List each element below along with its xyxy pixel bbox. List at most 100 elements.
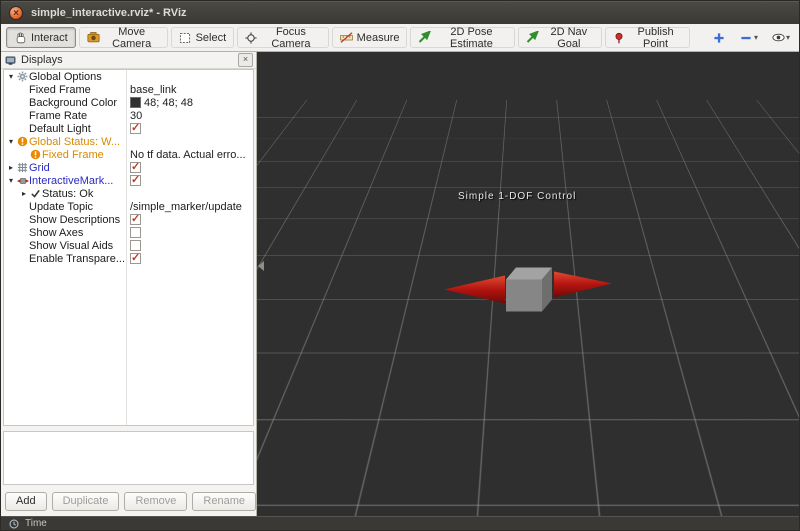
- tool-label: Publish Point: [637, 25, 674, 50]
- tree-row[interactable]: Show Visual Aids: [4, 239, 253, 252]
- tree-row[interactable]: ▾ Global Status: W...: [4, 135, 253, 148]
- expander-icon[interactable]: ▾: [6, 70, 16, 83]
- tool-publish-point[interactable]: Publish Point: [605, 25, 690, 50]
- tree-row[interactable]: Fixed Frame base_link: [4, 83, 253, 96]
- property-name-cell: Fixed Frame: [4, 83, 126, 96]
- options-icon: [16, 70, 29, 83]
- tool-label: Measure: [356, 31, 400, 44]
- tool-visibility-button[interactable]: ▾: [768, 28, 794, 48]
- focus-camera-icon: [245, 31, 257, 44]
- tool-move-camera[interactable]: Move Camera: [78, 26, 168, 50]
- tool-select[interactable]: Select: [170, 27, 235, 48]
- camera-icon: [87, 31, 100, 44]
- checkbox[interactable]: [130, 174, 141, 186]
- tree-row[interactable]: ▾ Global Options: [4, 70, 253, 83]
- property-name-cell: ▾ Global Status: W...: [4, 135, 126, 148]
- checkbox[interactable]: [130, 122, 141, 134]
- main-area: Displays × ▾ Global Options Fixed Frame bas…: [1, 52, 799, 516]
- expander-icon[interactable]: ▾: [6, 135, 16, 148]
- nav-goal-arrow-icon: [526, 31, 540, 44]
- tool-label: 2D Pose Estimate: [450, 25, 493, 50]
- tree-row[interactable]: Default Light: [4, 122, 253, 135]
- property-value-cell[interactable]: [126, 239, 253, 252]
- property-value-cell[interactable]: [126, 122, 253, 135]
- property-value-cell[interactable]: [126, 252, 253, 265]
- plus-icon: [713, 31, 726, 44]
- displays-panel-header[interactable]: Displays ×: [1, 52, 256, 69]
- checkbox[interactable]: [130, 240, 141, 251]
- checkbox[interactable]: [130, 252, 141, 264]
- property-value-cell[interactable]: /simple_marker/update: [126, 200, 253, 213]
- property-name: Fixed Frame: [42, 148, 104, 161]
- tool-measure[interactable]: Measure: [331, 27, 408, 48]
- property-value-cell[interactable]: No tf data. Actual erro...: [126, 148, 253, 161]
- expander-icon[interactable]: ▸: [6, 161, 16, 174]
- tree-row[interactable]: Enable Transpare...: [4, 252, 253, 265]
- minus-icon: [740, 31, 753, 44]
- select-icon: [179, 31, 192, 44]
- checkbox[interactable]: [130, 161, 141, 173]
- tool-2d-nav-goal[interactable]: 2D Nav Goal: [518, 25, 603, 50]
- expander-icon[interactable]: ▸: [19, 187, 29, 200]
- left-arrow-handle: [444, 275, 505, 304]
- property-name-cell: Show Visual Aids: [4, 239, 126, 252]
- 3d-viewport[interactable]: Simple 1-DOF Control: [257, 52, 799, 516]
- tree-row[interactable]: Show Descriptions: [4, 213, 253, 226]
- property-name-cell: ▾ Global Options: [4, 70, 126, 83]
- cube-front-face: [506, 279, 542, 312]
- chevron-down-icon: ▾: [785, 33, 790, 42]
- property-value-cell[interactable]: [126, 70, 253, 83]
- tool-label: 2D Nav Goal: [550, 25, 588, 50]
- rviz-window: × simple_interactive.rviz* - RViz Intera…: [0, 0, 800, 531]
- property-name-cell: Enable Transpare...: [4, 252, 126, 265]
- tree-row[interactable]: Frame Rate 30: [4, 109, 253, 122]
- add-tool-button[interactable]: [709, 28, 730, 48]
- rename-display-button[interactable]: Rename: [192, 491, 256, 511]
- tool-2d-pose-estimate[interactable]: 2D Pose Estimate: [410, 25, 516, 50]
- property-value-cell[interactable]: [126, 187, 253, 200]
- property-value-cell[interactable]: 30: [126, 109, 253, 122]
- tool-interact[interactable]: Interact: [6, 27, 76, 48]
- tree-row[interactable]: Fixed Frame No tf data. Actual erro...: [4, 148, 253, 161]
- tree-row[interactable]: ▾ InteractiveMark...: [4, 174, 253, 187]
- color-swatch[interactable]: [130, 97, 141, 108]
- tool-focus-camera[interactable]: Focus Camera: [237, 26, 329, 50]
- panel-close-button[interactable]: ×: [238, 53, 253, 67]
- tool-label: Interact: [31, 31, 68, 44]
- tree-row[interactable]: ▸ Status: Ok: [4, 187, 253, 200]
- titlebar[interactable]: × simple_interactive.rviz* - RViz: [1, 1, 799, 24]
- time-panel[interactable]: Time: [1, 516, 799, 530]
- property-value-cell[interactable]: [126, 161, 253, 174]
- property-value-cell[interactable]: [126, 135, 253, 148]
- tree-row[interactable]: Background Color 48; 48; 48: [4, 96, 253, 109]
- tree-row[interactable]: Show Axes: [4, 226, 253, 239]
- property-name: InteractiveMark...: [29, 174, 114, 187]
- displays-icon: [4, 54, 17, 67]
- checkbox[interactable]: [130, 213, 141, 225]
- tree-row[interactable]: Update Topic/simple_marker/update: [4, 200, 253, 213]
- property-value-cell[interactable]: [126, 213, 253, 226]
- duplicate-display-button[interactable]: Duplicate: [51, 491, 120, 511]
- property-value-cell[interactable]: [126, 174, 253, 187]
- expander-icon[interactable]: ▾: [6, 174, 16, 187]
- property-value-cell[interactable]: [126, 226, 253, 239]
- pose-estimate-arrow-icon: [418, 31, 432, 44]
- close-button[interactable]: ×: [9, 6, 23, 20]
- tree-row[interactable]: ▸ Grid: [4, 161, 253, 174]
- interactive-marker[interactable]: [442, 253, 614, 324]
- grid-icon: [16, 161, 29, 174]
- add-display-button[interactable]: Add: [5, 491, 47, 511]
- checkbox[interactable]: [130, 227, 141, 238]
- property-value-cell[interactable]: base_link: [126, 83, 253, 96]
- property-value-cell[interactable]: 48; 48; 48: [126, 96, 253, 109]
- remove-tool-button[interactable]: ▾: [736, 28, 762, 48]
- ok-check-icon: [29, 187, 42, 200]
- warning-icon: [16, 135, 29, 148]
- remove-display-button[interactable]: Remove: [124, 491, 188, 511]
- property-name-cell: Fixed Frame: [4, 148, 126, 161]
- property-name-cell: Background Color: [4, 96, 126, 109]
- tool-label: Select: [195, 31, 227, 44]
- panel-collapse-handle[interactable]: [258, 260, 264, 271]
- property-value: base_link: [130, 83, 177, 96]
- panel-title: Displays: [21, 54, 63, 66]
